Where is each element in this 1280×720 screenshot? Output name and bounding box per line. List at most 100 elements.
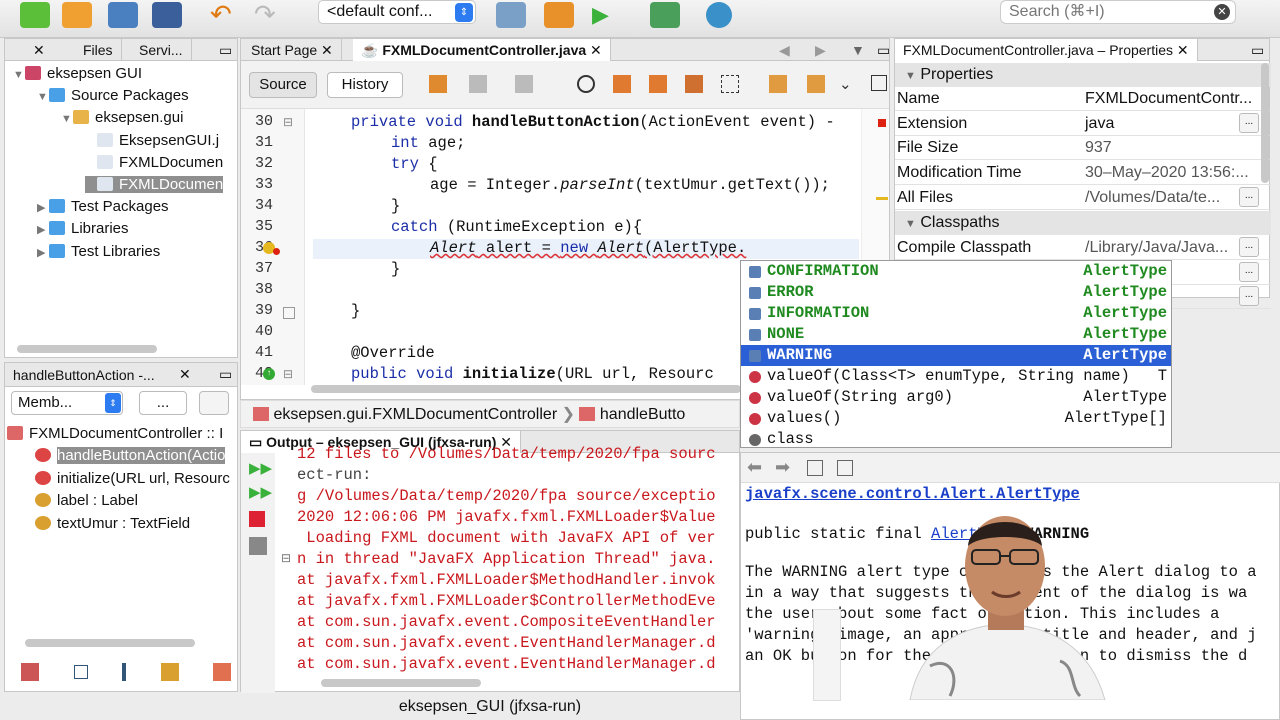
navigator-item[interactable]: textUmur : TextField <box>35 515 190 532</box>
completion-item[interactable]: valueOf(Class<T> enumType, String name) T <box>741 366 1171 387</box>
close-icon[interactable]: ✕ <box>321 42 333 58</box>
new-project-icon[interactable] <box>62 2 92 28</box>
fields-filter-icon[interactable] <box>21 663 39 681</box>
breadcrumb-class[interactable]: eksepsen.gui.FXMLDocumentController <box>273 406 557 423</box>
classpaths-section-header[interactable]: ▼ Classpaths <box>895 211 1271 235</box>
completion-item[interactable]: WARNING AlertType <box>741 345 1171 366</box>
source-button[interactable]: Source <box>249 72 317 98</box>
tree-item[interactable]: ▼ eksepsen GUI <box>13 65 142 82</box>
rerun-icon[interactable]: ▶▶ <box>249 459 272 477</box>
member-filter-select[interactable]: Memb... ⇕ <box>11 391 123 415</box>
collapsed-icon[interactable]: ▶ <box>37 201 49 214</box>
completion-item[interactable]: ERROR AlertType <box>741 282 1171 303</box>
fold-icon[interactable]: ⊟ <box>283 367 293 381</box>
horizontal-scrollbar[interactable] <box>17 345 157 353</box>
minimize-icon[interactable]: ▭ <box>1243 39 1272 61</box>
edit-property-button[interactable]: ... <box>1239 112 1259 133</box>
doc-class-link[interactable]: javafx.scene.control.Alert.AlertType <box>745 485 1080 503</box>
expanded-icon[interactable]: ▼ <box>37 91 49 103</box>
tab-controller[interactable]: ☕ FXMLDocumentController.java ✕ <box>353 39 611 61</box>
completion-item[interactable]: values() AlertType[] <box>741 408 1171 429</box>
completion-item[interactable]: INFORMATION AlertType <box>741 303 1171 324</box>
find-icon[interactable] <box>577 75 595 93</box>
tree-item[interactable]: ▶ Libraries <box>37 220 129 237</box>
property-row[interactable]: Extension java... <box>895 112 1271 136</box>
build-icon[interactable] <box>544 2 574 28</box>
clear-icon[interactable]: ✕ <box>1214 4 1230 20</box>
config-select[interactable]: <default conf... ⇕ <box>318 0 476 24</box>
tree-item[interactable]: ▶ Test Libraries <box>37 243 160 260</box>
close-icon[interactable]: ✕ <box>33 39 45 61</box>
completion-item[interactable]: valueOf(String arg0) AlertType <box>741 387 1171 408</box>
completion-item[interactable]: CONFIRMATION AlertType <box>741 261 1171 282</box>
history-button[interactable]: History <box>327 72 403 98</box>
tree-item[interactable]: ▶ Test Packages <box>37 198 169 215</box>
navigator-item[interactable]: handleButtonAction(Actio <box>35 447 226 464</box>
collapsed-icon[interactable]: ▶ <box>37 223 49 236</box>
search-input[interactable]: Search (⌘+I) ✕ <box>1000 0 1236 24</box>
profile-icon[interactable] <box>706 2 732 28</box>
close-icon[interactable]: ✕ <box>1177 42 1189 58</box>
run-icon[interactable]: ▶ <box>592 2 622 28</box>
tab-scroll-left-icon[interactable]: ◀ <box>771 39 798 61</box>
tab-files[interactable]: Files <box>75 39 122 61</box>
static-filter-icon[interactable] <box>73 665 88 679</box>
minimize-icon[interactable]: ▭ <box>211 363 240 385</box>
forward-icon[interactable] <box>515 75 533 93</box>
chevron-down-icon[interactable]: ⌄ <box>839 75 853 93</box>
property-row[interactable]: Modification Time 30–May–2020 13:56:... <box>895 161 1271 186</box>
toggle-highlight-icon[interactable] <box>685 75 703 93</box>
vertical-scrollbar[interactable] <box>1261 63 1269 183</box>
edit-property-button[interactable]: ... <box>1239 286 1259 307</box>
edit-property-button[interactable]: ... <box>1239 237 1259 257</box>
fold-icon[interactable] <box>283 307 295 319</box>
tree-item[interactable]: EksepsenGUI.j <box>85 132 219 149</box>
new-file-icon[interactable] <box>20 2 50 28</box>
edit-property-button[interactable]: ... <box>1239 261 1259 282</box>
filter2-select[interactable]: ... <box>139 391 187 415</box>
fold-icon[interactable]: ⊟ <box>283 115 293 129</box>
breadcrumb-method[interactable]: handleButto <box>600 406 685 423</box>
tab-start-page[interactable]: Start Page ✕ <box>241 39 342 61</box>
tree-item[interactable]: FXMLDocumen <box>85 154 223 171</box>
close-icon[interactable]: ✕ <box>590 42 602 58</box>
last-edit-icon[interactable] <box>429 75 447 93</box>
doc-scroll-thumb[interactable] <box>813 609 841 701</box>
property-row[interactable]: Compile Classpath/Library/Java/Java.....… <box>895 236 1271 260</box>
tree-item[interactable]: ▼ eksepsen.gui <box>61 109 183 126</box>
back-icon[interactable] <box>469 75 487 93</box>
inherited-filter-icon[interactable] <box>213 663 231 681</box>
tree-item[interactable]: FXMLDocumen <box>85 176 224 193</box>
split-icon[interactable] <box>871 75 887 91</box>
properties-tab[interactable]: FXMLDocumentController.java – Properties… <box>895 39 1198 61</box>
clean-build-icon[interactable] <box>496 2 526 28</box>
horizontal-scrollbar[interactable] <box>321 679 481 687</box>
rerun-args-icon[interactable]: ▶▶ <box>249 483 272 501</box>
fold-icon[interactable]: ⊟ <box>281 551 291 565</box>
properties-section-header[interactable]: ▼ Properties <box>895 63 1271 87</box>
expanded-icon[interactable]: ▼ <box>61 113 73 125</box>
back-icon[interactable]: ⬅ <box>747 457 762 478</box>
horizontal-scrollbar[interactable] <box>25 639 195 647</box>
tab-services[interactable]: Servi... <box>131 39 192 61</box>
completion-item[interactable]: class <box>741 429 1171 450</box>
undo-icon[interactable]: ↶ <box>210 1 240 28</box>
forward-icon[interactable]: ➡ <box>775 457 790 478</box>
close-icon[interactable]: ✕ <box>171 363 199 385</box>
minimize-icon[interactable]: ▭ <box>211 39 240 61</box>
error-marker[interactable] <box>878 119 886 127</box>
completion-item[interactable]: NONE AlertType <box>741 324 1171 345</box>
collapsed-icon[interactable]: ▶ <box>37 246 49 259</box>
property-row[interactable]: All Files/Volumes/Data/te...... <box>895 186 1271 210</box>
edit-property-button[interactable]: ... <box>1239 186 1259 207</box>
next-bookmark-icon[interactable] <box>807 75 825 93</box>
navigator-item[interactable]: initialize(URL url, Resourc <box>35 470 230 487</box>
non-public-filter-icon[interactable] <box>122 663 126 681</box>
save-all-icon[interactable] <box>152 2 182 28</box>
warning-marker[interactable] <box>876 197 888 200</box>
open-project-icon[interactable] <box>108 2 138 28</box>
tree-item[interactable]: ▼ Source Packages <box>37 87 189 104</box>
stop-icon[interactable] <box>249 511 265 527</box>
lock-icon[interactable] <box>160 663 179 681</box>
find-previous-icon[interactable] <box>613 75 631 93</box>
